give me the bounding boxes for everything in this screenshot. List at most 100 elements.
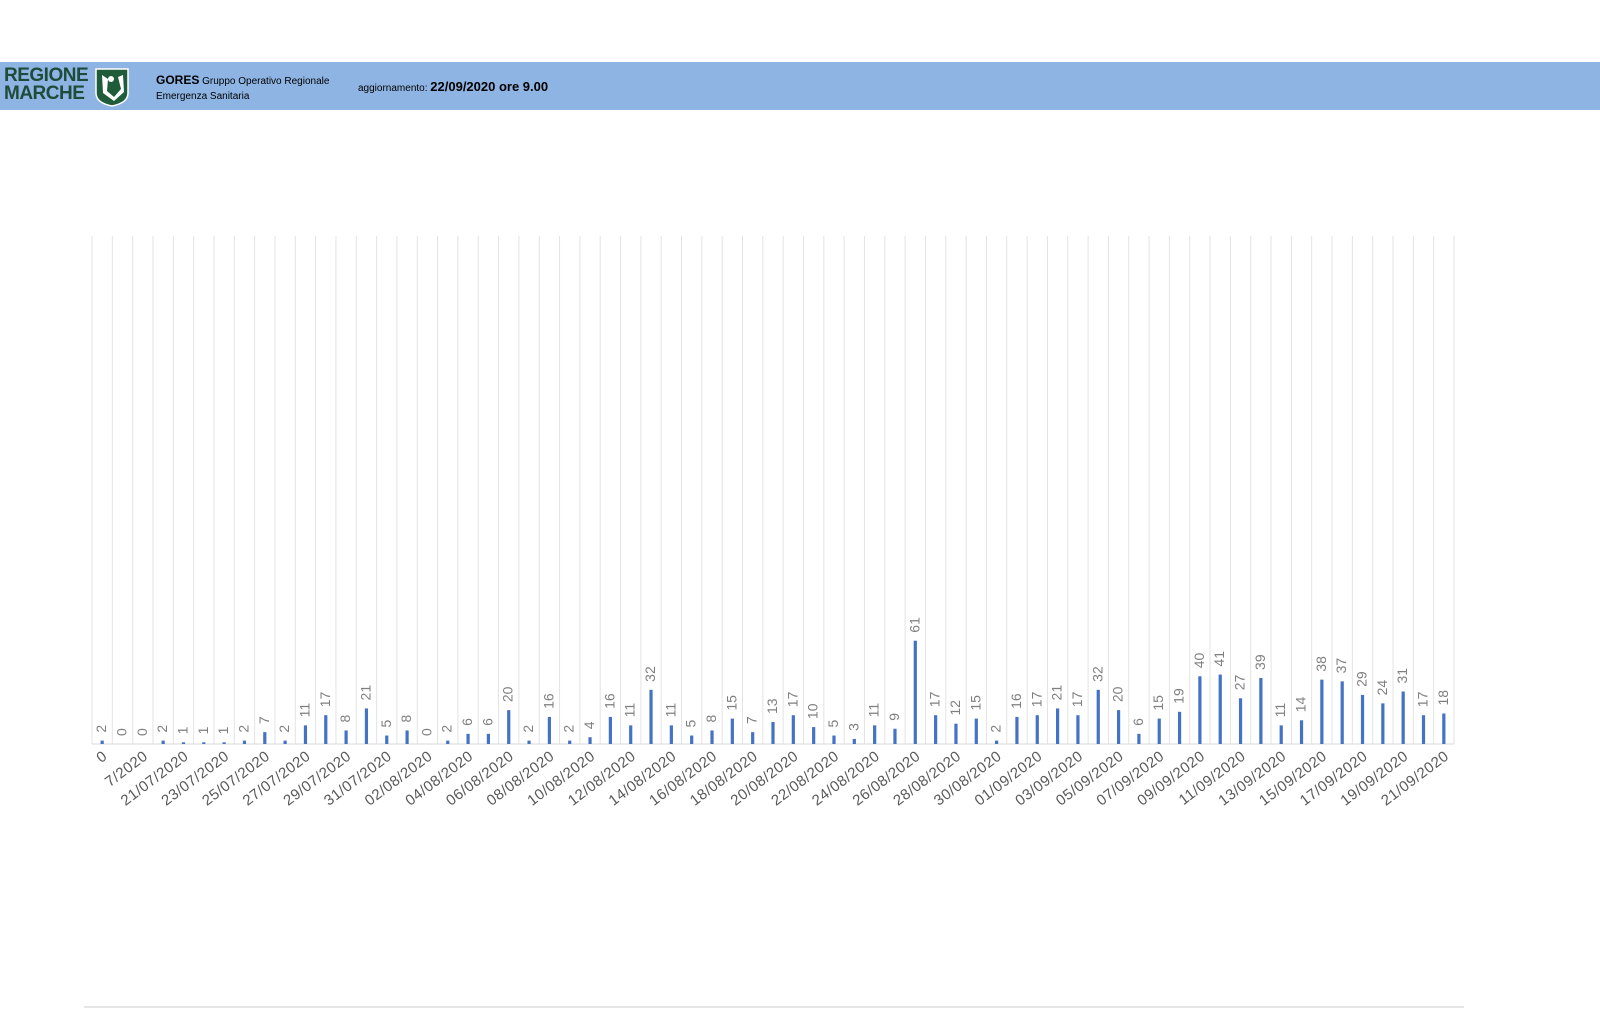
bar: [1401, 691, 1405, 744]
data-label: 19: [1171, 688, 1187, 704]
bar: [690, 735, 694, 744]
bar: [242, 740, 247, 744]
bar: [1442, 713, 1446, 744]
data-label: 5: [825, 720, 841, 728]
bar: [812, 727, 816, 744]
data-label: 17: [927, 691, 943, 707]
data-label: 2: [93, 725, 109, 733]
data-label: 21: [1049, 685, 1065, 701]
bar: [324, 715, 328, 744]
bar: [771, 721, 775, 744]
data-label: 11: [622, 703, 638, 718]
data-label: 8: [703, 714, 719, 722]
data-label: 32: [1089, 666, 1105, 682]
bar: [913, 640, 917, 744]
bar: [385, 735, 389, 744]
data-label: 2: [276, 725, 292, 733]
data-label: 27: [1232, 674, 1248, 690]
bar: [283, 740, 287, 744]
bar: [588, 737, 592, 744]
data-label: 38: [1313, 656, 1329, 672]
data-label: 41: [1211, 651, 1227, 667]
daily-bar-chart: 2 0 0 2 1 1 1 2721117821580 26 6202162 41611321158…: [91, 236, 1455, 809]
data-label: 21: [357, 685, 373, 701]
data-label: 6: [459, 718, 475, 726]
data-label: 61: [906, 617, 922, 633]
data-label: 0: [113, 728, 129, 736]
bar: [466, 733, 470, 744]
data-label: 3: [845, 723, 861, 731]
data-label: 0: [134, 728, 150, 736]
bar: [100, 740, 104, 744]
data-label: 7: [744, 716, 760, 724]
x-tick-label: 0: [93, 748, 110, 767]
data-label: 10: [805, 703, 821, 719]
data-label: 16: [540, 693, 556, 709]
data-label: 15: [1150, 695, 1166, 711]
bar: [710, 730, 714, 744]
data-label: 17: [1069, 691, 1085, 707]
bar: [974, 718, 978, 744]
data-label: 9: [886, 713, 902, 721]
bar: [1360, 694, 1365, 744]
bottom-divider: [84, 1006, 1464, 1008]
bar: [364, 708, 369, 744]
data-label: 6: [479, 718, 495, 726]
bar: [791, 715, 795, 744]
bar: [527, 740, 531, 744]
bar: [1381, 703, 1385, 744]
data-label: 17: [1028, 691, 1044, 707]
data-label: 2: [520, 725, 536, 733]
bar: [1340, 681, 1344, 744]
data-label: 37: [1333, 658, 1349, 674]
data-label: 2: [235, 725, 251, 733]
bar: [1421, 715, 1426, 744]
data-label: 8: [398, 714, 414, 722]
bar: [1157, 718, 1161, 744]
bar: [1238, 698, 1243, 744]
data-label: 0: [418, 728, 434, 736]
bar: [568, 740, 572, 744]
data-label: 5: [378, 720, 394, 728]
bar: [181, 742, 186, 744]
data-label: 24: [1374, 680, 1390, 696]
data-label: 6: [1130, 718, 1146, 726]
data-label: 39: [1252, 654, 1268, 670]
bar: [995, 740, 999, 744]
bar: [1116, 710, 1121, 744]
data-label: 1: [215, 726, 231, 734]
data-label: 17: [317, 691, 333, 707]
bar: [1198, 676, 1202, 744]
bar: [1035, 715, 1039, 744]
data-label: 32: [642, 666, 658, 682]
bar: [344, 730, 348, 744]
bar: [649, 689, 653, 744]
bar: [547, 716, 551, 744]
bar: [486, 733, 491, 744]
bar: [873, 725, 877, 744]
data-label: 8: [337, 714, 353, 722]
bar: [222, 742, 226, 744]
bar: [507, 710, 511, 744]
data-label: 17: [1415, 691, 1431, 707]
bar: [1015, 716, 1019, 744]
bar: [202, 742, 206, 744]
bar: [893, 728, 897, 744]
data-label: 29: [1354, 671, 1370, 687]
bar: [1259, 677, 1263, 744]
bar: [1279, 725, 1283, 744]
data-label: 40: [1191, 652, 1207, 668]
bar: [1177, 711, 1182, 744]
bar: [1218, 674, 1222, 744]
data-label: 5: [683, 720, 699, 728]
data-label: 1: [174, 726, 190, 734]
bar: [934, 715, 938, 744]
data-label: 13: [764, 698, 780, 714]
data-label: 2: [439, 725, 455, 733]
data-label: 16: [1008, 693, 1024, 709]
bar: [629, 725, 633, 744]
bar: [730, 718, 734, 744]
bar: [832, 735, 836, 744]
data-label: 2: [561, 725, 577, 733]
bar: [954, 723, 958, 744]
